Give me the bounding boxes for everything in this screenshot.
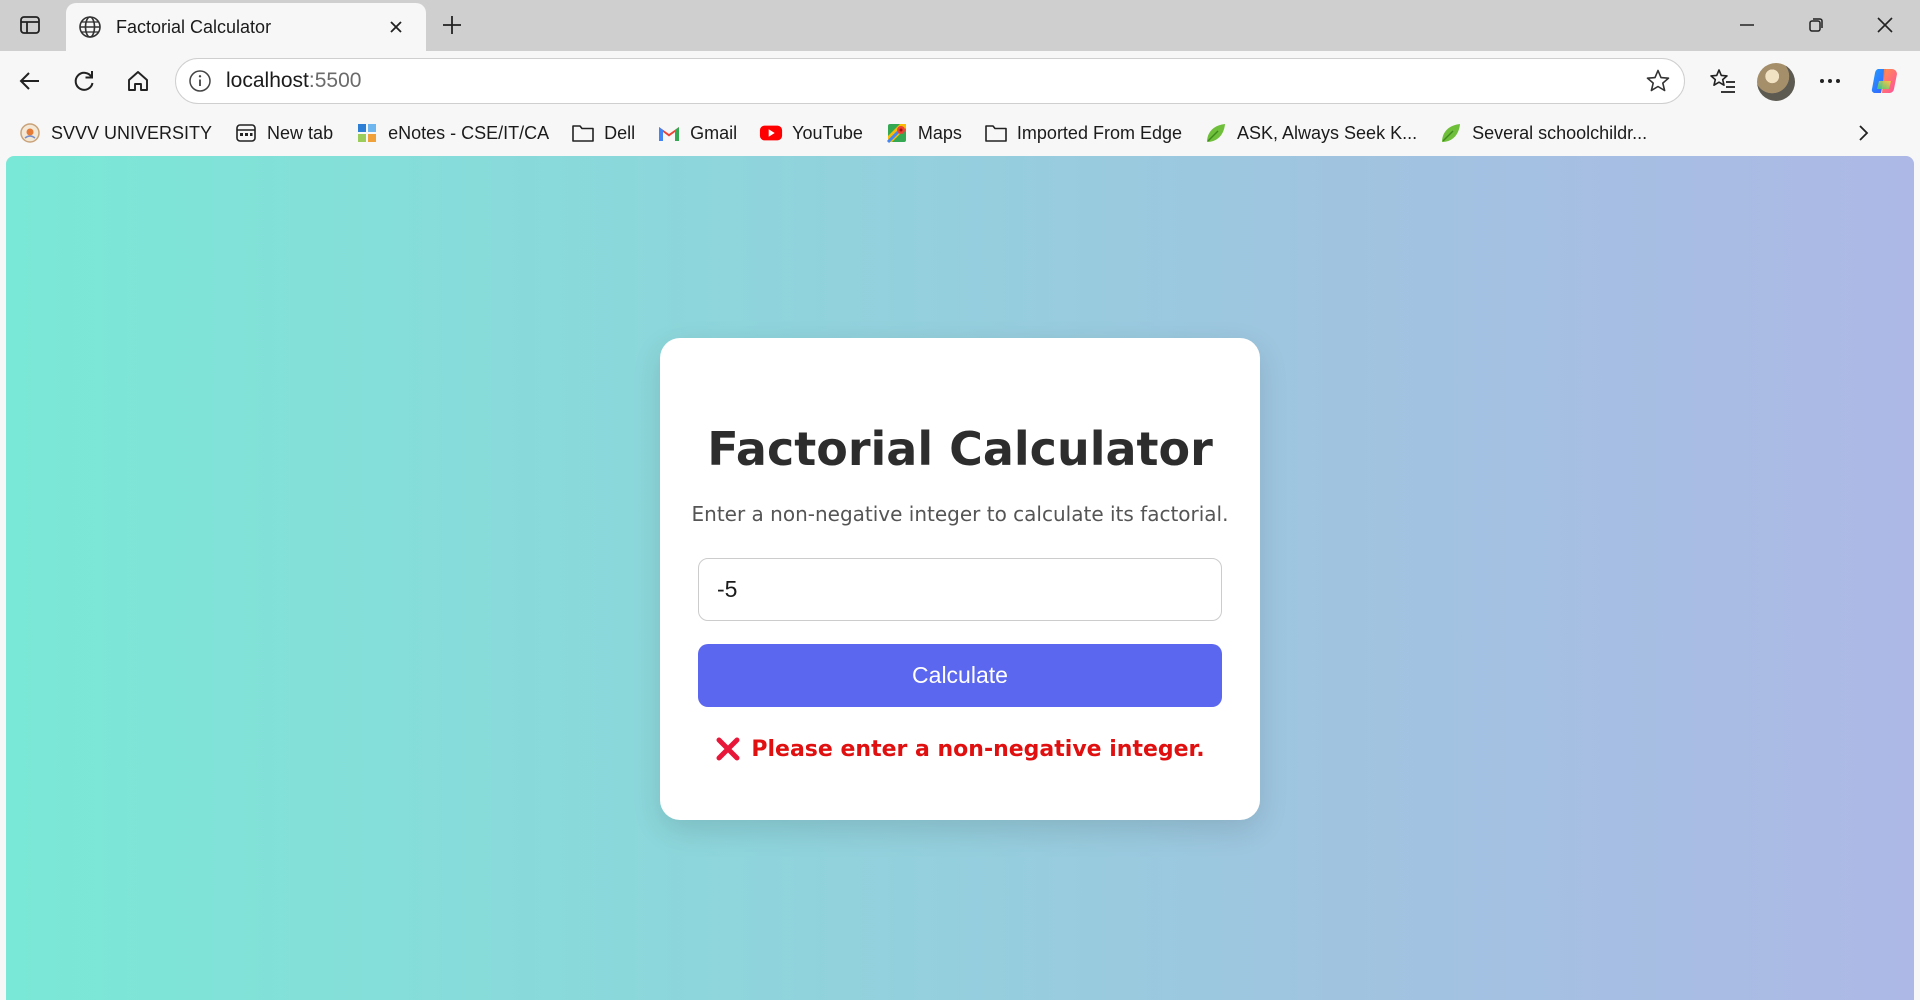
favorite-button[interactable] — [1638, 61, 1678, 101]
bookmark-new-tab[interactable]: New tab — [234, 116, 333, 150]
favorites-button[interactable] — [1703, 62, 1743, 100]
tab-actions-icon — [20, 16, 40, 34]
url-port: :5500 — [308, 69, 362, 92]
page-title: Factorial Calculator — [707, 422, 1213, 476]
new-tab-button[interactable] — [434, 8, 470, 42]
bookmark-youtube[interactable]: YouTube — [759, 116, 863, 150]
close-window-button[interactable] — [1852, 0, 1918, 50]
folder-icon — [571, 121, 595, 145]
bookmark-svvv-university[interactable]: SVVV UNIVERSITY — [18, 116, 212, 150]
maps-icon — [885, 121, 909, 145]
bookmark-ask[interactable]: ASK, Always Seek K... — [1204, 116, 1417, 150]
calculate-button[interactable]: Calculate — [698, 644, 1222, 707]
settings-menu-button[interactable] — [1810, 62, 1850, 100]
refresh-button[interactable] — [64, 62, 104, 100]
title-bar: Factorial Calculator — [0, 0, 1920, 51]
bookmark-label: New tab — [267, 122, 334, 143]
page-viewport: Factorial Calculator Enter a non-negativ… — [6, 156, 1914, 1000]
bookmark-label: Gmail — [690, 122, 738, 143]
minimize-button[interactable] — [1714, 0, 1780, 50]
tab-close-button[interactable] — [382, 13, 410, 41]
profile-avatar[interactable] — [1757, 63, 1795, 101]
home-button[interactable] — [118, 62, 158, 100]
bookmark-label: YouTube — [792, 122, 863, 143]
close-icon — [1877, 17, 1893, 33]
more-icon — [1820, 79, 1840, 83]
star-icon — [1646, 69, 1670, 92]
refresh-icon — [74, 71, 94, 91]
chevron-right-icon — [1859, 125, 1869, 141]
restore-icon — [1809, 18, 1823, 32]
url-text[interactable]: localhost:5500 — [226, 69, 1638, 93]
bookmark-enotes[interactable]: eNotes - CSE/IT/CA — [355, 116, 549, 150]
gmail-icon — [657, 121, 681, 145]
bookmark-imported-from-edge[interactable]: Imported From Edge — [984, 116, 1182, 150]
copilot-button[interactable] — [1865, 62, 1905, 100]
bookmark-label: Maps — [917, 122, 962, 143]
address-bar[interactable]: localhost:5500 — [175, 58, 1685, 104]
youtube-icon — [759, 121, 783, 145]
bookmark-label: Imported From Edge — [1016, 122, 1182, 143]
enotes-icon — [355, 121, 379, 145]
bookmarks-bar: SVVV UNIVERSITY New tab eNotes - CSE/IT/… — [0, 111, 1920, 155]
bookmark-label: SVVV UNIVERSITY — [51, 122, 213, 143]
bookmark-label: ASK, Always Seek K... — [1237, 122, 1418, 143]
plus-icon — [443, 16, 461, 34]
tab-title: Factorial Calculator — [116, 16, 272, 37]
back-arrow-icon — [19, 72, 39, 90]
active-tab[interactable]: Factorial Calculator — [66, 3, 426, 51]
bookmark-dell[interactable]: Dell — [571, 116, 635, 150]
calculator-card: Factorial Calculator Enter a non-negativ… — [660, 338, 1260, 820]
favorites-list-icon — [1710, 69, 1735, 93]
error-text: Please enter a non-negative integer. — [751, 736, 1205, 762]
tab-actions-button[interactable] — [10, 8, 50, 42]
description-text: Enter a non-negative integer to calculat… — [691, 502, 1229, 526]
bookmark-label: Dell — [604, 122, 636, 143]
back-button[interactable] — [10, 62, 50, 100]
bookmark-label: eNotes - CSE/IT/CA — [388, 122, 550, 143]
bookmark-label: Several schoolchildr... — [1472, 122, 1648, 143]
home-icon — [128, 71, 148, 91]
bookmark-maps[interactable]: Maps — [885, 116, 962, 150]
error-message: Please enter a non-negative integer. — [660, 736, 1260, 762]
browser-toolbar: localhost:5500 — [0, 51, 1920, 111]
info-icon[interactable] — [188, 69, 212, 93]
cross-mark-icon — [715, 736, 741, 762]
globe-icon — [79, 16, 101, 38]
leaf-icon — [1204, 121, 1228, 145]
url-host: localhost — [226, 69, 309, 92]
restore-button[interactable] — [1783, 0, 1849, 50]
bookmarks-overflow-button[interactable] — [1846, 116, 1880, 150]
bookmark-gmail[interactable]: Gmail — [657, 116, 737, 150]
university-logo-icon — [18, 121, 42, 145]
number-input[interactable] — [698, 558, 1222, 621]
close-icon — [390, 21, 402, 33]
folder-icon — [984, 121, 1008, 145]
minimize-icon — [1740, 24, 1754, 26]
leaf-icon — [1439, 121, 1463, 145]
new-tab-icon — [234, 121, 258, 145]
bookmark-several-schoolchildren[interactable]: Several schoolchildr... — [1439, 116, 1647, 150]
copilot-icon — [1871, 69, 1897, 94]
